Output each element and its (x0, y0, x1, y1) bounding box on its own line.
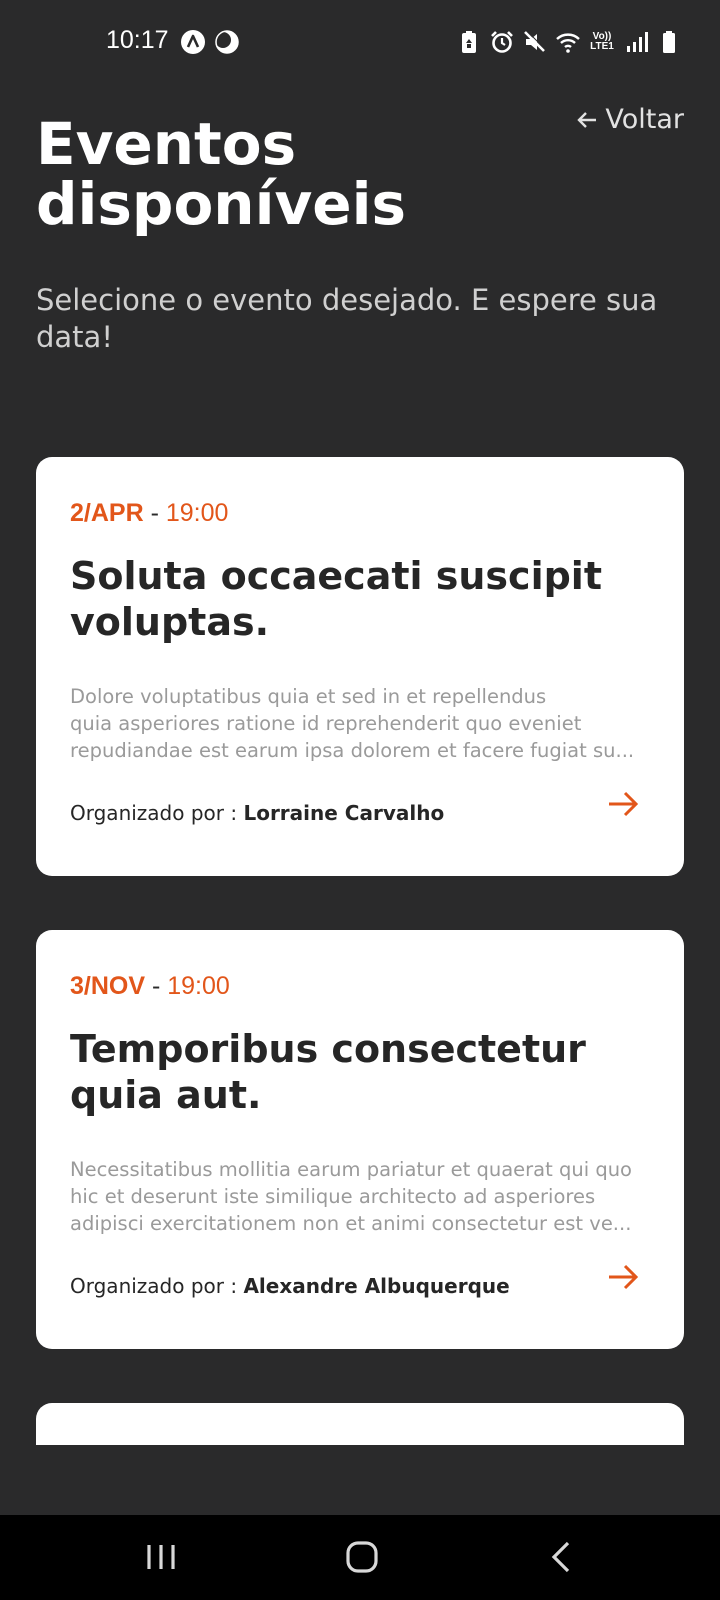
organizer-name: Alexandre Albuquerque (243, 1274, 510, 1298)
event-card-partial[interactable] (36, 1403, 684, 1445)
event-description: Dolore voluptatibus quia et sed in et re… (70, 683, 648, 764)
organizer-label: Organizado por : (70, 1274, 244, 1298)
event-time: 19:00 (165, 499, 229, 527)
app-a-icon (180, 29, 206, 55)
page-subtitle: Selecione o evento desejado. E espere su… (36, 283, 658, 354)
event-day: 2/APR (70, 499, 144, 527)
volte-icon: Vo)) LTE1 (588, 32, 616, 52)
event-description-line: hic et deserunt iste similique architect… (70, 1185, 596, 1208)
event-date: 3/NOV - 19:00 (70, 972, 230, 1001)
event-day: 3/NOV (70, 972, 146, 1000)
organizer-label: Organizado por : (70, 801, 244, 825)
event-card[interactable]: 3/NOV - 19:00 Temporibus consectetur qui… (36, 930, 684, 1349)
recent-apps-icon (147, 1545, 175, 1569)
event-date-separator: - (143, 499, 166, 527)
event-time: 19:00 (167, 972, 230, 1000)
back-button[interactable] (541, 1535, 585, 1579)
event-description-line: Necessitatibus mollitia earum pariatur e… (70, 1158, 632, 1181)
event-title: Temporibus consectetur quia aut. (70, 1027, 586, 1117)
status-right-icons: Vo)) LTE1 (456, 29, 682, 55)
home-icon (346, 1541, 378, 1573)
status-bar: 10:17 Vo)) LTE1 (0, 0, 720, 88)
event-description-line: quia asperiores ratione id reprehenderit… (70, 712, 582, 735)
signal-icon (623, 29, 649, 55)
status-time: 10:17 (106, 26, 169, 54)
event-card[interactable]: 2/APR - 19:00 Soluta occaecati suscipit … (36, 457, 684, 876)
event-organizer: Organizado por : Lorraine Carvalho (70, 801, 444, 825)
volte-label-bottom: LTE1 (590, 41, 614, 52)
event-title: Soluta occaecati suscipit voluptas. (70, 554, 602, 644)
battery-icon (656, 29, 682, 55)
alarm-icon (489, 29, 515, 55)
arrow-right-icon[interactable] (606, 787, 640, 821)
event-description-line: adipisci exercitationem non et animi con… (70, 1212, 632, 1235)
wifi-icon (555, 29, 581, 55)
event-description-line: repudiandae est earum ipsa dolorem et fa… (70, 739, 635, 762)
back-label: Voltar (605, 104, 684, 135)
moon-icon (214, 29, 240, 55)
arrow-left-icon (577, 111, 597, 128)
back-link[interactable]: Voltar (575, 104, 684, 135)
navigation-bar (0, 1515, 720, 1600)
mute-icon (522, 29, 548, 55)
page-title: Eventos disponíveis (36, 110, 407, 238)
organizer-name: Lorraine Carvalho (243, 801, 445, 825)
event-description: Necessitatibus mollitia earum pariatur e… (70, 1156, 648, 1237)
home-button[interactable] (340, 1535, 384, 1579)
event-description-line: Dolore voluptatibus quia et sed in et re… (70, 685, 547, 708)
event-date-separator: - (145, 972, 168, 1000)
event-date: 2/APR - 19:00 (70, 499, 228, 528)
battery-saver-icon (456, 29, 482, 55)
status-left-icons (180, 29, 240, 55)
recent-apps-button[interactable] (139, 1535, 183, 1579)
back-icon (551, 1541, 570, 1573)
event-organizer: Organizado por : Alexandre Albuquerque (70, 1274, 510, 1298)
arrow-right-icon[interactable] (606, 1260, 640, 1294)
screen: 10:17 Vo)) LTE1 Voltar Eventos disponíve… (0, 0, 720, 1600)
